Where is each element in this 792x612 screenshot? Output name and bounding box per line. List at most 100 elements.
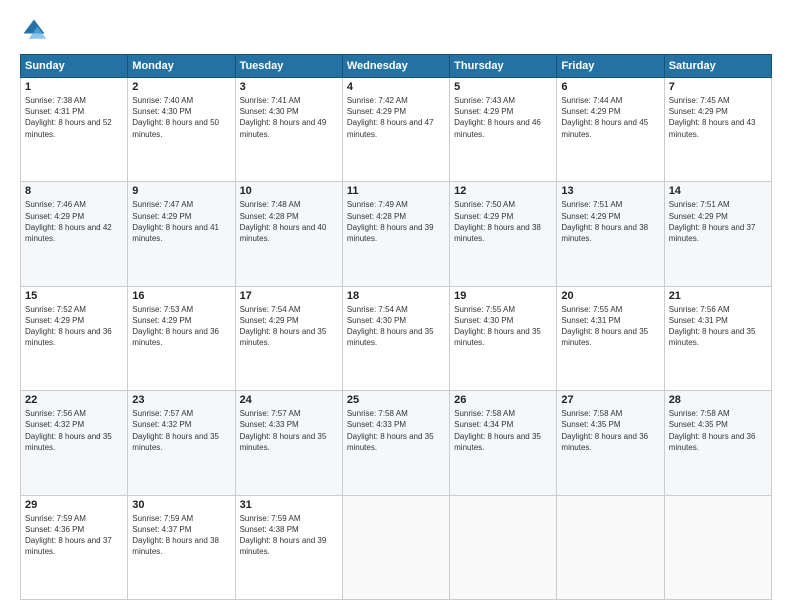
day-number: 4 [347, 81, 445, 93]
day-info: Sunrise: 7:58 AMSunset: 4:35 PMDaylight:… [561, 409, 648, 452]
day-info: Sunrise: 7:58 AMSunset: 4:33 PMDaylight:… [347, 409, 434, 452]
day-info: Sunrise: 7:41 AMSunset: 4:30 PMDaylight:… [240, 96, 327, 139]
calendar-cell: 5 Sunrise: 7:43 AMSunset: 4:29 PMDaylight… [450, 78, 557, 182]
calendar-cell: 21 Sunrise: 7:56 AMSunset: 4:31 PMDayligh… [664, 286, 771, 390]
calendar-cell: 30 Sunrise: 7:59 AMSunset: 4:37 PMDayligh… [128, 495, 235, 599]
day-info: Sunrise: 7:44 AMSunset: 4:29 PMDaylight:… [561, 96, 648, 139]
day-number: 20 [561, 290, 659, 302]
day-info: Sunrise: 7:50 AMSunset: 4:29 PMDaylight:… [454, 200, 541, 243]
header [20, 16, 772, 44]
day-info: Sunrise: 7:38 AMSunset: 4:31 PMDaylight:… [25, 96, 112, 139]
week-row-2: 8 Sunrise: 7:46 AMSunset: 4:29 PMDaylight… [21, 182, 772, 286]
calendar-cell: 3 Sunrise: 7:41 AMSunset: 4:30 PMDaylight… [235, 78, 342, 182]
day-info: Sunrise: 7:40 AMSunset: 4:30 PMDaylight:… [132, 96, 219, 139]
day-info: Sunrise: 7:42 AMSunset: 4:29 PMDaylight:… [347, 96, 434, 139]
day-number: 18 [347, 290, 445, 302]
calendar-cell [557, 495, 664, 599]
day-number: 22 [25, 394, 123, 406]
calendar-cell: 10Sunrise: 7:48 AMSunset: 4:28 PMDayligh… [235, 182, 342, 286]
calendar-cell: 31 Sunrise: 7:59 AMSunset: 4:38 PMDayligh… [235, 495, 342, 599]
day-number: 10 [240, 185, 338, 197]
day-number: 3 [240, 81, 338, 93]
calendar-cell [450, 495, 557, 599]
day-number: 28 [669, 394, 767, 406]
day-number: 29 [25, 499, 123, 511]
day-info: Sunrise: 7:51 AMSunset: 4:29 PMDaylight:… [669, 200, 756, 243]
day-info: Sunrise: 7:58 AMSunset: 4:34 PMDaylight:… [454, 409, 541, 452]
week-row-5: 29 Sunrise: 7:59 AMSunset: 4:36 PMDayligh… [21, 495, 772, 599]
calendar-cell: 25 Sunrise: 7:58 AMSunset: 4:33 PMDayligh… [342, 391, 449, 495]
day-info: Sunrise: 7:56 AMSunset: 4:31 PMDaylight:… [669, 305, 756, 348]
calendar-cell: 22Sunrise: 7:56 AMSunset: 4:32 PMDayligh… [21, 391, 128, 495]
day-number: 30 [132, 499, 230, 511]
weekday-sunday: Sunday [21, 55, 128, 78]
day-info: Sunrise: 7:55 AMSunset: 4:30 PMDaylight:… [454, 305, 541, 348]
calendar-cell: 4 Sunrise: 7:42 AMSunset: 4:29 PMDaylight… [342, 78, 449, 182]
weekday-friday: Friday [557, 55, 664, 78]
day-info: Sunrise: 7:57 AMSunset: 4:32 PMDaylight:… [132, 409, 219, 452]
calendar-cell: 11Sunrise: 7:49 AMSunset: 4:28 PMDayligh… [342, 182, 449, 286]
day-info: Sunrise: 7:45 AMSunset: 4:29 PMDaylight:… [669, 96, 756, 139]
calendar-cell: 20 Sunrise: 7:55 AMSunset: 4:31 PMDayligh… [557, 286, 664, 390]
week-row-1: 1 Sunrise: 7:38 AMSunset: 4:31 PMDaylight… [21, 78, 772, 182]
calendar-cell: 12 Sunrise: 7:50 AMSunset: 4:29 PMDayligh… [450, 182, 557, 286]
calendar-cell: 16 Sunrise: 7:53 AMSunset: 4:29 PMDayligh… [128, 286, 235, 390]
calendar-cell: 1 Sunrise: 7:38 AMSunset: 4:31 PMDaylight… [21, 78, 128, 182]
day-number: 2 [132, 81, 230, 93]
weekday-saturday: Saturday [664, 55, 771, 78]
calendar-cell: 23 Sunrise: 7:57 AMSunset: 4:32 PMDayligh… [128, 391, 235, 495]
day-info: Sunrise: 7:47 AMSunset: 4:29 PMDaylight:… [132, 200, 219, 243]
calendar-cell: 17 Sunrise: 7:54 AMSunset: 4:29 PMDayligh… [235, 286, 342, 390]
logo-icon [20, 16, 48, 44]
calendar-cell: 6 Sunrise: 7:44 AMSunset: 4:29 PMDaylight… [557, 78, 664, 182]
calendar-cell: 18 Sunrise: 7:54 AMSunset: 4:30 PMDayligh… [342, 286, 449, 390]
day-number: 25 [347, 394, 445, 406]
page: SundayMondayTuesdayWednesdayThursdayFrid… [0, 0, 792, 612]
day-number: 12 [454, 185, 552, 197]
day-number: 11 [347, 185, 445, 197]
day-info: Sunrise: 7:46 AMSunset: 4:29 PMDaylight:… [25, 200, 112, 243]
day-info: Sunrise: 7:43 AMSunset: 4:29 PMDaylight:… [454, 96, 541, 139]
day-number: 21 [669, 290, 767, 302]
day-info: Sunrise: 7:54 AMSunset: 4:30 PMDaylight:… [347, 305, 434, 348]
day-info: Sunrise: 7:55 AMSunset: 4:31 PMDaylight:… [561, 305, 648, 348]
weekday-header-row: SundayMondayTuesdayWednesdayThursdayFrid… [21, 55, 772, 78]
calendar-cell: 9 Sunrise: 7:47 AMSunset: 4:29 PMDaylight… [128, 182, 235, 286]
day-info: Sunrise: 7:59 AMSunset: 4:36 PMDaylight:… [25, 514, 112, 557]
calendar-cell: 7Sunrise: 7:45 AMSunset: 4:29 PMDaylight… [664, 78, 771, 182]
calendar-cell: 19 Sunrise: 7:55 AMSunset: 4:30 PMDayligh… [450, 286, 557, 390]
day-number: 9 [132, 185, 230, 197]
day-info: Sunrise: 7:54 AMSunset: 4:29 PMDaylight:… [240, 305, 327, 348]
day-number: 14 [669, 185, 767, 197]
day-number: 23 [132, 394, 230, 406]
calendar-cell: 13Sunrise: 7:51 AMSunset: 4:29 PMDayligh… [557, 182, 664, 286]
day-number: 31 [240, 499, 338, 511]
day-number: 6 [561, 81, 659, 93]
weekday-wednesday: Wednesday [342, 55, 449, 78]
calendar-cell: 14 Sunrise: 7:51 AMSunset: 4:29 PMDayligh… [664, 182, 771, 286]
day-number: 19 [454, 290, 552, 302]
day-info: Sunrise: 7:51 AMSunset: 4:29 PMDaylight:… [561, 200, 648, 243]
weekday-monday: Monday [128, 55, 235, 78]
day-info: Sunrise: 7:59 AMSunset: 4:38 PMDaylight:… [240, 514, 327, 557]
week-row-3: 15Sunrise: 7:52 AMSunset: 4:29 PMDayligh… [21, 286, 772, 390]
calendar-cell: 2 Sunrise: 7:40 AMSunset: 4:30 PMDaylight… [128, 78, 235, 182]
week-row-4: 22Sunrise: 7:56 AMSunset: 4:32 PMDayligh… [21, 391, 772, 495]
day-info: Sunrise: 7:57 AMSunset: 4:33 PMDaylight:… [240, 409, 327, 452]
logo [20, 16, 52, 44]
weekday-thursday: Thursday [450, 55, 557, 78]
calendar-cell: 26 Sunrise: 7:58 AMSunset: 4:34 PMDayligh… [450, 391, 557, 495]
day-number: 1 [25, 81, 123, 93]
calendar-cell: 24 Sunrise: 7:57 AMSunset: 4:33 PMDayligh… [235, 391, 342, 495]
calendar-cell: 27Sunrise: 7:58 AMSunset: 4:35 PMDayligh… [557, 391, 664, 495]
day-number: 26 [454, 394, 552, 406]
day-number: 8 [25, 185, 123, 197]
day-number: 5 [454, 81, 552, 93]
day-info: Sunrise: 7:59 AMSunset: 4:37 PMDaylight:… [132, 514, 219, 557]
day-number: 17 [240, 290, 338, 302]
day-info: Sunrise: 7:53 AMSunset: 4:29 PMDaylight:… [132, 305, 219, 348]
day-number: 24 [240, 394, 338, 406]
calendar-cell: 15Sunrise: 7:52 AMSunset: 4:29 PMDayligh… [21, 286, 128, 390]
day-number: 16 [132, 290, 230, 302]
day-info: Sunrise: 7:52 AMSunset: 4:29 PMDaylight:… [25, 305, 112, 348]
